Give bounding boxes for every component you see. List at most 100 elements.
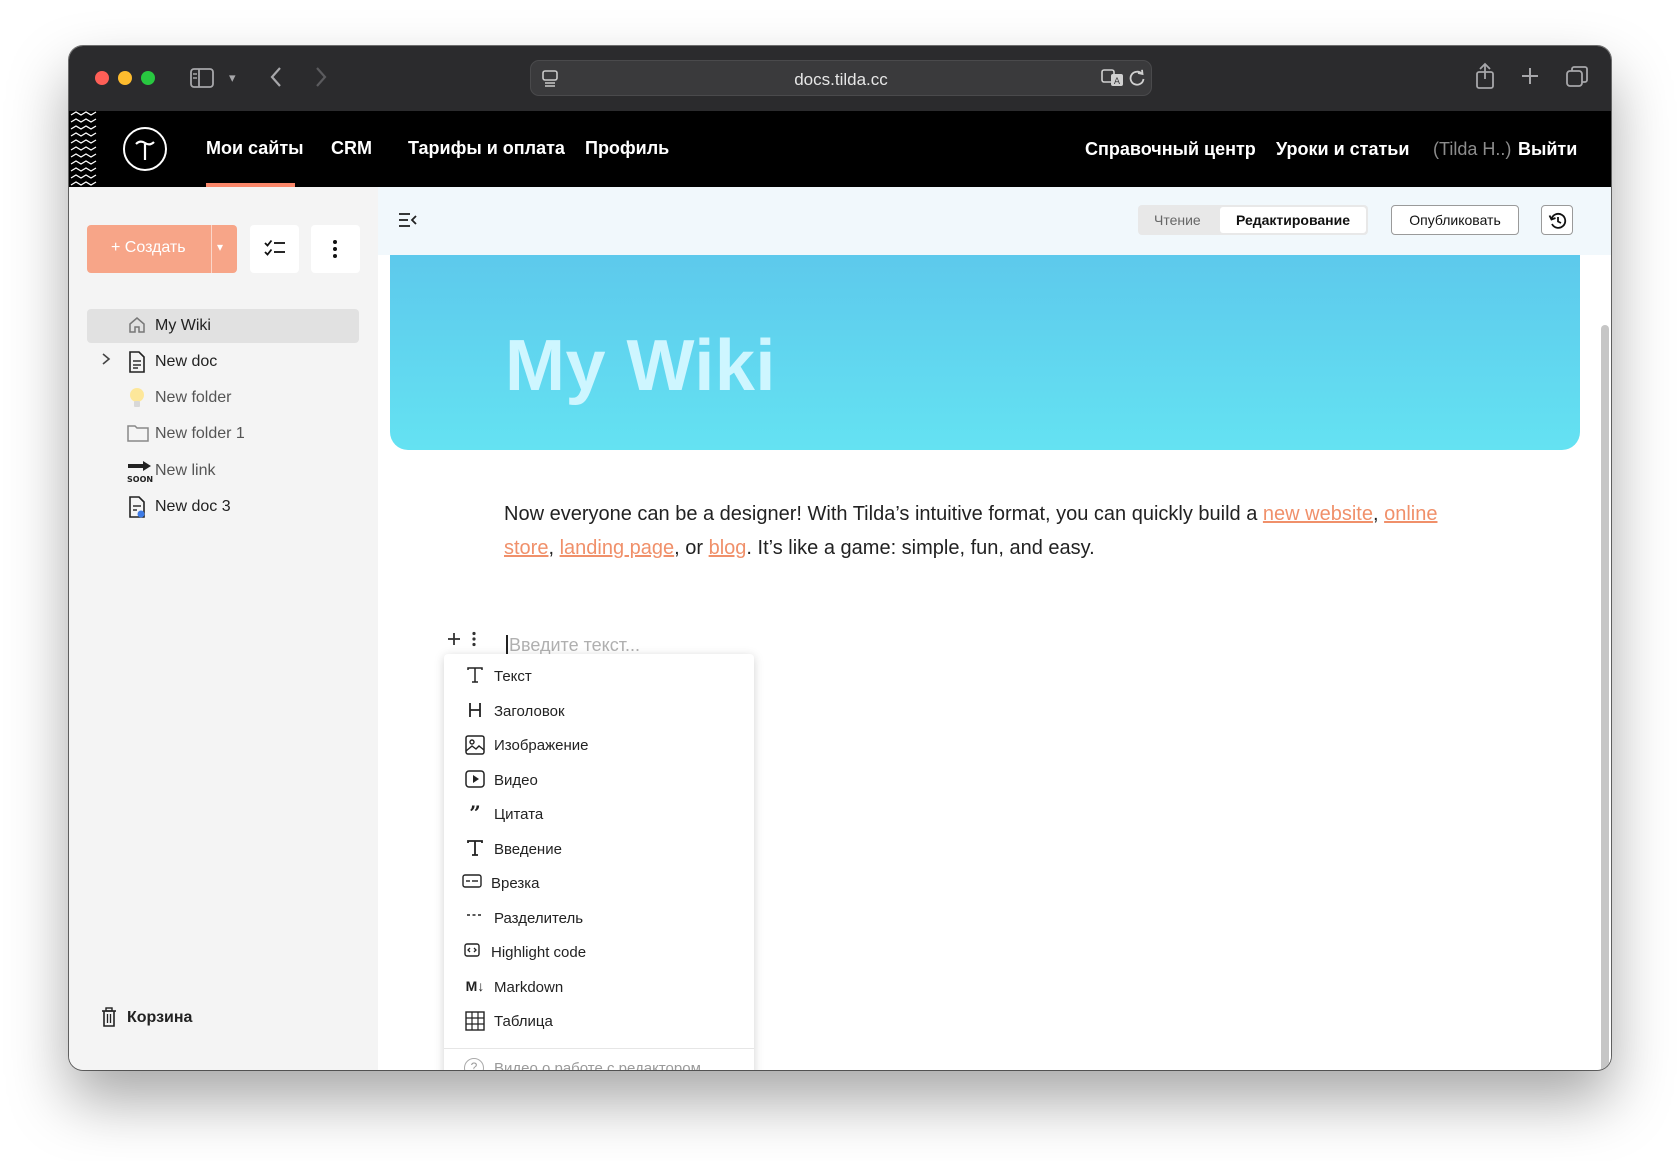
block-drag-handle-icon[interactable]: [471, 630, 477, 653]
publish-button[interactable]: Опубликовать: [1391, 205, 1519, 235]
mode-edit-tab[interactable]: Редактирование: [1220, 207, 1366, 233]
document-icon: [127, 351, 149, 373]
folder-icon: [127, 423, 149, 445]
menu-item-label: Врезка: [491, 875, 540, 892]
menu-item-highlight-code[interactable]: Highlight code: [444, 935, 754, 969]
tab-overview-icon[interactable]: [1565, 65, 1589, 93]
nav-lessons[interactable]: Уроки и статьи: [1276, 139, 1409, 160]
menu-item-markdown[interactable]: M↓ Markdown: [444, 970, 754, 1004]
menu-item-video[interactable]: Видео: [444, 763, 754, 797]
close-window-button[interactable]: [95, 71, 109, 85]
lightbulb-icon: [127, 387, 149, 409]
tree-item-new-doc[interactable]: New doc: [87, 345, 359, 379]
markdown-icon: M↓: [465, 978, 485, 994]
nav-crm[interactable]: CRM: [331, 138, 372, 159]
translate-icon[interactable]: A: [1101, 69, 1125, 93]
more-options-button[interactable]: [311, 225, 360, 273]
tilda-t-icon: [135, 140, 155, 160]
tree-item-label: My Wiki: [155, 317, 211, 334]
tree-item-label: New folder: [155, 389, 232, 406]
page-title[interactable]: My Wiki: [505, 325, 776, 407]
menu-item-quote[interactable]: ” Цитата: [444, 797, 754, 831]
back-icon[interactable]: [269, 66, 283, 92]
app-navbar: Мои сайты CRM Тарифы и оплата Профиль Сп…: [69, 111, 1611, 187]
nav-profile[interactable]: Профиль: [585, 138, 669, 159]
browser-titlebar: ▾ docs.tilda.cc A: [69, 46, 1611, 111]
create-dropdown-caret-icon[interactable]: ▾: [217, 240, 223, 254]
nav-my-sites[interactable]: Мои сайты: [206, 138, 304, 159]
share-icon[interactable]: [1475, 62, 1495, 94]
tree-item-label: New doc: [155, 353, 218, 370]
nav-plans-billing[interactable]: Тарифы и оплата: [408, 138, 565, 159]
menu-item-heading[interactable]: Заголовок: [444, 694, 754, 728]
mode-toggle: Чтение Редактирование: [1138, 205, 1368, 235]
menu-item-text[interactable]: Текст: [444, 659, 754, 693]
menu-item-label: Заголовок: [494, 703, 565, 720]
menu-item-label: Markdown: [494, 979, 564, 996]
tree-item-label: New link: [155, 462, 216, 479]
paragraph-text: Now everyone can be a designer! With Til…: [504, 503, 1263, 525]
history-icon: [1548, 212, 1567, 229]
add-block-icon[interactable]: [446, 630, 462, 653]
create-button-label: + Создать: [111, 239, 186, 256]
mode-read-tab[interactable]: Чтение: [1154, 212, 1201, 228]
chevron-down-icon[interactable]: ▾: [229, 68, 236, 88]
create-button[interactable]: + Создать ▾: [87, 225, 237, 273]
scrollbar[interactable]: [1601, 325, 1609, 1070]
menu-item-label: Текст: [494, 668, 532, 685]
menu-item-label: Таблица: [494, 1013, 553, 1030]
help-link-label: Видео о работе с редактором: [494, 1060, 701, 1070]
menu-item-divider[interactable]: Разделитель: [444, 901, 754, 935]
code-icon: [461, 942, 483, 962]
reload-icon[interactable]: [1128, 69, 1146, 91]
new-website-link[interactable]: new website: [1263, 503, 1373, 525]
menu-item-label: Цитата: [494, 806, 544, 823]
menu-item-callout[interactable]: Врезка: [444, 866, 754, 900]
history-button[interactable]: [1541, 205, 1573, 235]
minimize-window-button[interactable]: [118, 71, 132, 85]
tree-item-my-wiki[interactable]: My Wiki: [87, 309, 359, 343]
svg-text:A: A: [1114, 77, 1121, 87]
tree-item-label: New folder 1: [155, 425, 245, 442]
checklist-button[interactable]: [250, 225, 299, 273]
paragraph-separator: , or: [674, 537, 709, 559]
table-icon: [464, 1011, 486, 1031]
checklist-icon: [264, 239, 285, 256]
blog-link[interactable]: blog: [709, 537, 747, 559]
new-tab-icon[interactable]: [1520, 66, 1540, 90]
tilda-logo[interactable]: [123, 127, 167, 171]
intro-paragraph[interactable]: Now everyone can be a designer! With Til…: [504, 497, 1464, 565]
menu-divider: [444, 1048, 754, 1049]
heading-icon: [464, 701, 486, 721]
tree-item-new-folder-1[interactable]: New folder 1: [87, 417, 359, 451]
zoom-window-button[interactable]: [141, 71, 155, 85]
forward-icon[interactable]: [314, 66, 328, 92]
chevron-right-icon[interactable]: [101, 352, 111, 369]
menu-item-image[interactable]: Изображение: [444, 728, 754, 762]
video-icon: [464, 770, 486, 790]
trash-label: Корзина: [127, 1009, 193, 1026]
tree-item-new-doc-3[interactable]: New doc 3: [87, 490, 359, 524]
quote-icon: ”: [469, 801, 481, 825]
paragraph-separator: ,: [548, 537, 560, 559]
document-dot-icon: [127, 496, 149, 518]
logout-link[interactable]: Выйти: [1518, 139, 1577, 160]
menu-item-table[interactable]: Таблица: [444, 1004, 754, 1038]
address-bar[interactable]: docs.tilda.cc A: [530, 60, 1152, 96]
tree-item-new-link[interactable]: SOON New link: [87, 454, 359, 488]
page-cover: My Wiki: [390, 255, 1580, 450]
window-controls: [95, 71, 155, 85]
menu-item-intro[interactable]: Введение: [444, 832, 754, 866]
divider-icon: [464, 908, 486, 928]
nav-help-center[interactable]: Справочный центр: [1085, 139, 1256, 160]
block-text-input[interactable]: Введите текст...: [506, 635, 640, 656]
tree-item-new-folder[interactable]: New folder: [87, 381, 359, 415]
block-type-menu: Текст Заголовок Изображение Видео ” Цита…: [444, 654, 754, 1070]
collapse-sidebar-icon[interactable]: [398, 212, 418, 233]
browser-window: ▾ docs.tilda.cc A Мои сайты CRM Тарифы и…: [69, 46, 1611, 1070]
sidebar-toggle-icon[interactable]: [190, 68, 214, 92]
home-icon: [127, 315, 149, 337]
create-button-separator: [211, 225, 212, 273]
landing-page-link[interactable]: landing page: [560, 537, 675, 559]
menu-item-label: Изображение: [494, 737, 589, 754]
